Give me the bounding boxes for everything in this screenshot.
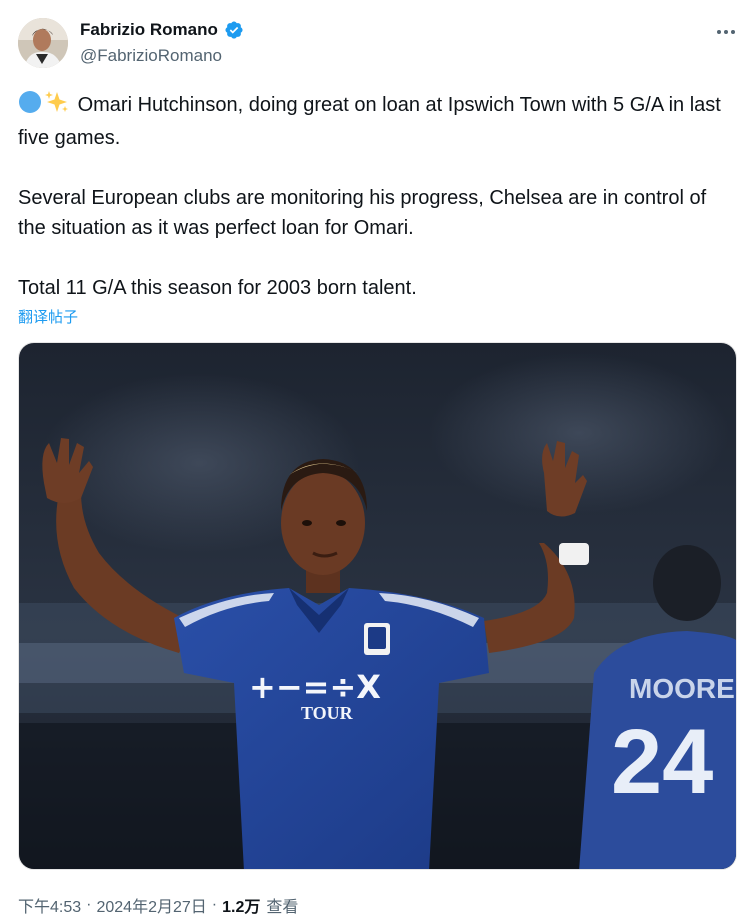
tweet-card: Fabrizio Romano @FabrizioRomano Omari Hu… [0,0,750,922]
meta-separator: · [86,896,92,913]
tweet-paragraph-1: Omari Hutchinson, doing great on loan at… [18,90,733,153]
tweet-paragraph-1-text: Omari Hutchinson, doing great on loan at… [18,94,721,149]
background-player-name: MOORE [629,673,735,704]
tweet-paragraph-2: Several European clubs are monitoring hi… [18,187,707,239]
verified-badge-icon [224,20,244,40]
more-options-icon[interactable] [712,22,740,42]
player-photo: MOORE 24 +−=÷X TOUR [19,343,736,869]
views-label: 查看 [266,899,299,916]
author-name[interactable]: Fabrizio Romano [80,20,218,40]
tweet-meta: 下午4:53 · 2024年2月27日 · 1.2万 查看 [18,893,298,917]
tweet-date[interactable]: 2024年2月27日 [96,893,206,917]
translate-post-link[interactable]: 翻译帖子 [18,306,78,327]
jersey-sponsor-sub: TOUR [301,703,354,723]
jersey-sponsor: +−=÷X [249,668,381,706]
sparkles-emoji-icon [44,90,70,123]
author-avatar[interactable] [18,18,68,68]
views-count: 1.2万 [222,899,261,916]
tweet-time[interactable]: 下午4:53 [18,893,81,917]
blue-circle-emoji-icon [18,90,42,123]
author-name-row: Fabrizio Romano [80,20,244,40]
tweet-paragraph-3: Total 11 G/A this season for 2003 born t… [18,277,417,299]
tweet-text: Omari Hutchinson, doing great on loan at… [18,90,733,303]
meta-separator: · [211,896,218,913]
author-handle[interactable]: @FabrizioRomano [80,46,222,66]
tweet-media-photo[interactable]: MOORE 24 +−=÷X TOUR [18,342,737,870]
avatar-image [18,18,68,68]
background-player-number: 24 [611,711,713,813]
